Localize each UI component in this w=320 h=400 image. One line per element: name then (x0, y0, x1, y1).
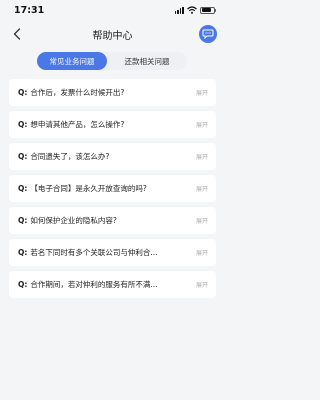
q-prefix: Q: (18, 216, 28, 225)
tab-repayment[interactable]: 还款相关问题 (107, 52, 187, 70)
page-title: 帮助中心 (92, 30, 133, 42)
faq-item-5[interactable]: Q: 如何保护企业的隐私内容? 展开 (9, 207, 216, 234)
expand-label[interactable]: 展开 (196, 152, 208, 161)
faq-question: 合作后，发票什么时候开出? (30, 88, 125, 97)
faq-question: 合作期间，若对仲利的服务有所不满... (30, 280, 158, 289)
q-prefix: Q: (18, 184, 28, 193)
status-time: 17:31 (14, 4, 45, 16)
battery-icon (200, 6, 217, 14)
status-bar: 17:31 (0, 0, 225, 20)
chevron-left-icon (13, 28, 21, 40)
chat-bubble-icon (202, 29, 214, 39)
signal-icon (174, 6, 184, 14)
segmented-tabs: 常见业务问题 还款相关问题 (37, 52, 187, 70)
faq-item-6[interactable]: Q: 若名下同时有多个关联公司与仲利合... 展开 (9, 239, 216, 266)
q-prefix: Q: (18, 120, 28, 129)
faq-item-2[interactable]: Q: 想申请其他产品，怎么操作? 展开 (9, 111, 216, 138)
faq-question: 想申请其他产品，怎么操作? (30, 120, 125, 129)
expand-label[interactable]: 展开 (196, 184, 208, 193)
q-prefix: Q: (18, 280, 28, 289)
expand-label[interactable]: 展开 (196, 280, 208, 289)
faq-question: 【电子合同】是永久开放查询的吗? (30, 184, 147, 193)
faq-item-1[interactable]: Q: 合作后，发票什么时候开出? 展开 (9, 79, 216, 106)
expand-label[interactable]: 展开 (196, 248, 208, 257)
tab-common-business[interactable]: 常见业务问题 (37, 52, 107, 70)
faq-question: 如何保护企业的隐私内容? (30, 216, 117, 225)
expand-label[interactable]: 展开 (196, 88, 208, 97)
nav-bar: 帮助中心 (0, 20, 225, 48)
faq-list: Q: 合作后，发票什么时候开出? 展开 Q: 想申请其他产品，怎么操作? 展开 Q:… (9, 79, 216, 298)
q-prefix: Q: (18, 152, 28, 161)
expand-label[interactable]: 展开 (196, 120, 208, 129)
q-prefix: Q: (18, 88, 28, 97)
status-icons (174, 6, 217, 14)
faq-item-3[interactable]: Q: 合同遗失了，该怎么办? 展开 (9, 143, 216, 170)
q-prefix: Q: (18, 248, 28, 257)
faq-question: 若名下同时有多个关联公司与仲利合... (30, 248, 158, 257)
faq-item-4[interactable]: Q: 【电子合同】是永久开放查询的吗? 展开 (9, 175, 216, 202)
faq-question: 合同遗失了，该怎么办? (30, 152, 110, 161)
faq-item-7[interactable]: Q: 合作期间，若对仲利的服务有所不满... 展开 (9, 271, 216, 298)
back-button[interactable] (10, 27, 24, 41)
expand-label[interactable]: 展开 (196, 216, 208, 225)
wifi-icon (187, 6, 197, 14)
chat-button[interactable] (199, 25, 217, 43)
